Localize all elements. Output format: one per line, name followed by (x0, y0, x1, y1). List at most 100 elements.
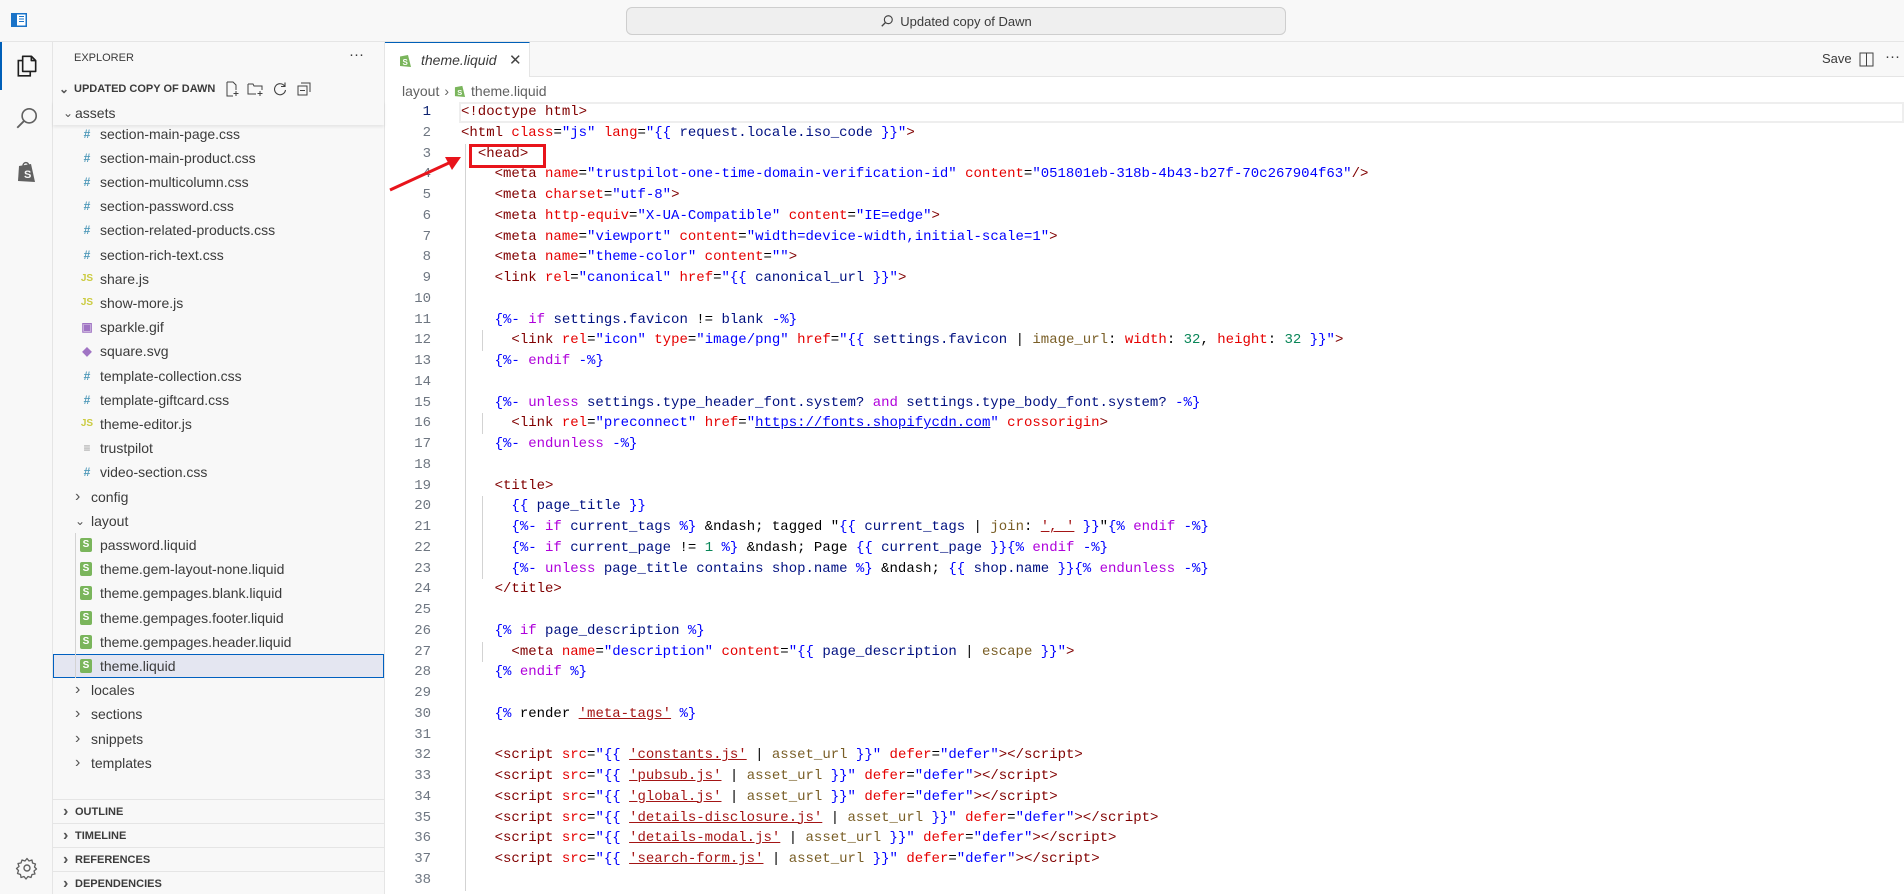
code-token: {%- (511, 519, 546, 535)
folder-assets[interactable]: ⌄ assets (53, 101, 384, 126)
line-number: 33 (414, 768, 431, 784)
code-line[interactable]: {%- endunless -%} (461, 434, 638, 455)
panel-outline[interactable]: › OUTLINE (53, 799, 384, 823)
code-token: image_url (1032, 332, 1109, 349)
file-theme-gem-layout-none-liquid[interactable]: Stheme.gem-layout-none.liquid (53, 557, 384, 581)
code-line[interactable]: <meta name="viewport" content="width=dev… (461, 227, 1058, 248)
file-template-giftcard-css[interactable]: # template-giftcard.css (53, 388, 384, 412)
code-line[interactable]: <meta name="theme-color" content=""> (461, 247, 798, 268)
file-video-section-css[interactable]: # video-section.css (53, 460, 384, 484)
code-token: name (545, 228, 579, 245)
breadcrumb-file[interactable]: theme.liquid (471, 83, 547, 99)
code-line[interactable]: <script src="{{ 'global.js' | asset_url … (461, 787, 1058, 808)
activity-search[interactable] (0, 94, 53, 142)
folder-templates[interactable]: › templates (53, 751, 384, 775)
collapse-all-icon[interactable] (296, 81, 312, 97)
code-line[interactable]: <script src="{{ 'pubsub.js' | asset_url … (461, 766, 1058, 787)
code-token: {%- (494, 394, 529, 411)
file-sparkle-gif[interactable]: ▣ sparkle.gif (53, 315, 384, 339)
code-line[interactable]: <script src = "{{ 'constants.js' | asset_u… (461, 745, 1083, 766)
activity-settings[interactable] (0, 844, 53, 892)
more-actions-button[interactable]: ··· (349, 46, 364, 63)
code-line[interactable]: <!doctype html> (461, 102, 587, 123)
code-line[interactable]: {%- unless settings.type_header_font.sys… (461, 393, 1201, 414)
code-line[interactable]: <link rel="canonical" href="{{ canonical… (461, 268, 907, 289)
file-theme-gempages-header-liquid[interactable]: Stheme.gempages.header.liquid (53, 630, 384, 654)
code-token: content (788, 207, 848, 224)
code-line[interactable]: <script src = "{{ 'search-form.js' | asset… (461, 849, 1100, 870)
command-center-search[interactable]: Updated copy of Dawn (626, 7, 1286, 35)
file-section-password-css[interactable]: # section-password.css (53, 194, 384, 218)
breadcrumb-folder[interactable]: layout (402, 83, 439, 99)
file-section-related-products-css[interactable]: # section-related-products.css (53, 218, 384, 242)
refresh-icon[interactable] (272, 81, 288, 97)
more-actions-icon[interactable]: ··· (1885, 48, 1900, 65)
layout-sidebar-icon[interactable] (11, 12, 27, 28)
code-editor[interactable]: 1 <!doctype html> 2 <html class="js" lang="… (385, 102, 1904, 894)
code-line[interactable]: <link rel="preconnect" href="https://fon… (461, 413, 1108, 434)
file-password-liquid[interactable]: Spassword.liquid (53, 533, 384, 557)
split-editor-icon[interactable] (1859, 52, 1874, 67)
new-file-icon[interactable] (224, 81, 240, 97)
code-line[interactable]: {%- if current_tags %} &ndash; tagged "{… (461, 517, 1208, 538)
workspace-root[interactable]: ⌄ UPDATED COPY OF DAWN (53, 77, 384, 101)
code-line[interactable]: {% endif %} (461, 662, 587, 683)
file-section-multicolumn-css[interactable]: # section-multicolumn.css (53, 170, 384, 194)
activity-shopify[interactable]: S (0, 148, 53, 196)
folder-locales[interactable]: › locales (53, 678, 384, 702)
file-theme-gempages-blank-liquid[interactable]: Stheme.gempages.blank.liquid (53, 581, 384, 605)
file-square-svg[interactable]: ◆ square.svg (53, 339, 384, 363)
close-icon[interactable]: ✕ (509, 51, 522, 69)
folder-sections[interactable]: › sections (53, 702, 384, 726)
file-section-main-product-css[interactable]: # section-main-product.css (53, 146, 384, 170)
code-line[interactable]: <html class="js" lang="{{ request.locale… (461, 123, 915, 144)
code-token: "{{ (595, 747, 630, 764)
code-line[interactable]: </title> (461, 579, 562, 600)
code-line[interactable]: <meta name="trustpilot-one-time-domain-v… (461, 164, 1369, 185)
file-section-rich-text-css[interactable]: # section-rich-text.css (53, 243, 384, 267)
file-theme-liquid[interactable]: Stheme.liquid (53, 653, 384, 679)
new-folder-icon[interactable] (247, 81, 264, 97)
code-line[interactable]: <meta name="description" content="{{ pag… (461, 642, 1074, 663)
code-line[interactable]: {%- if current_page != 1 %} &ndash; Page… (461, 538, 1108, 559)
code-line[interactable]: {{ page_title }} (461, 496, 645, 517)
tab-theme-liquid[interactable]: S theme.liquid ✕ (385, 42, 530, 77)
panel-timeline[interactable]: › TIMELINE (53, 823, 384, 847)
file-show-more-js[interactable]: JS show-more.js (53, 291, 384, 315)
code-token: | (763, 851, 789, 867)
code-line[interactable]: <meta charset="utf-8"> (461, 185, 680, 206)
code-line[interactable]: {% render 'meta-tags' %} (461, 704, 697, 725)
folder-layout[interactable]: ⌄ layout (53, 509, 384, 533)
code-token: = (738, 228, 747, 245)
code-token: current_tags (864, 519, 974, 535)
line-number: 26 (414, 622, 431, 639)
activity-explorer[interactable] (0, 42, 53, 90)
file-share-js[interactable]: JS share.js (53, 267, 384, 291)
panel-references[interactable]: › REFERENCES (53, 847, 384, 871)
code-line[interactable]: <link rel="icon" type="image/png" href="… (461, 330, 1343, 351)
code-token: defer (965, 809, 1008, 826)
code-token: 'constants.js' (629, 747, 747, 764)
code-line[interactable]: <meta http-equiv = "X-UA-Compatible" conte… (461, 206, 940, 227)
file-theme-editor-js[interactable]: JS theme-editor.js (53, 412, 384, 436)
file-template-collection-css[interactable]: # template-collection.css (53, 364, 384, 388)
file-theme-gempages-footer-liquid[interactable]: Stheme.gempages.footer.liquid (53, 606, 384, 630)
code-token: | (746, 747, 772, 764)
gear-icon (15, 857, 37, 880)
css-file-icon: # (83, 368, 91, 383)
code-line[interactable]: {%- endif -%} (461, 351, 604, 372)
file-trustpilot[interactable]: ≡ trustpilot (53, 436, 384, 460)
code-line[interactable]: <script src="{{ 'details-disclosure.js' … (461, 808, 1159, 829)
save-button[interactable]: Save (1822, 51, 1852, 66)
folder-snippets[interactable]: › snippets (53, 727, 384, 751)
line-number: 13 (414, 353, 431, 369)
panel-dependencies[interactable]: › DEPENDENCIES (53, 871, 384, 895)
code-token: src (561, 851, 588, 867)
code-line[interactable]: {% if page_description %} (461, 621, 705, 642)
folder-config[interactable]: › config (53, 485, 384, 509)
code-line[interactable]: <script src = "{{ 'details-modal.js' | ass… (461, 828, 1117, 849)
code-line[interactable]: <title> (461, 476, 554, 497)
code-line[interactable]: {%- unless page_title contains shop.name… (461, 559, 1208, 580)
code-line[interactable]: {%- if settings.favicon != blank -%} (461, 310, 798, 331)
